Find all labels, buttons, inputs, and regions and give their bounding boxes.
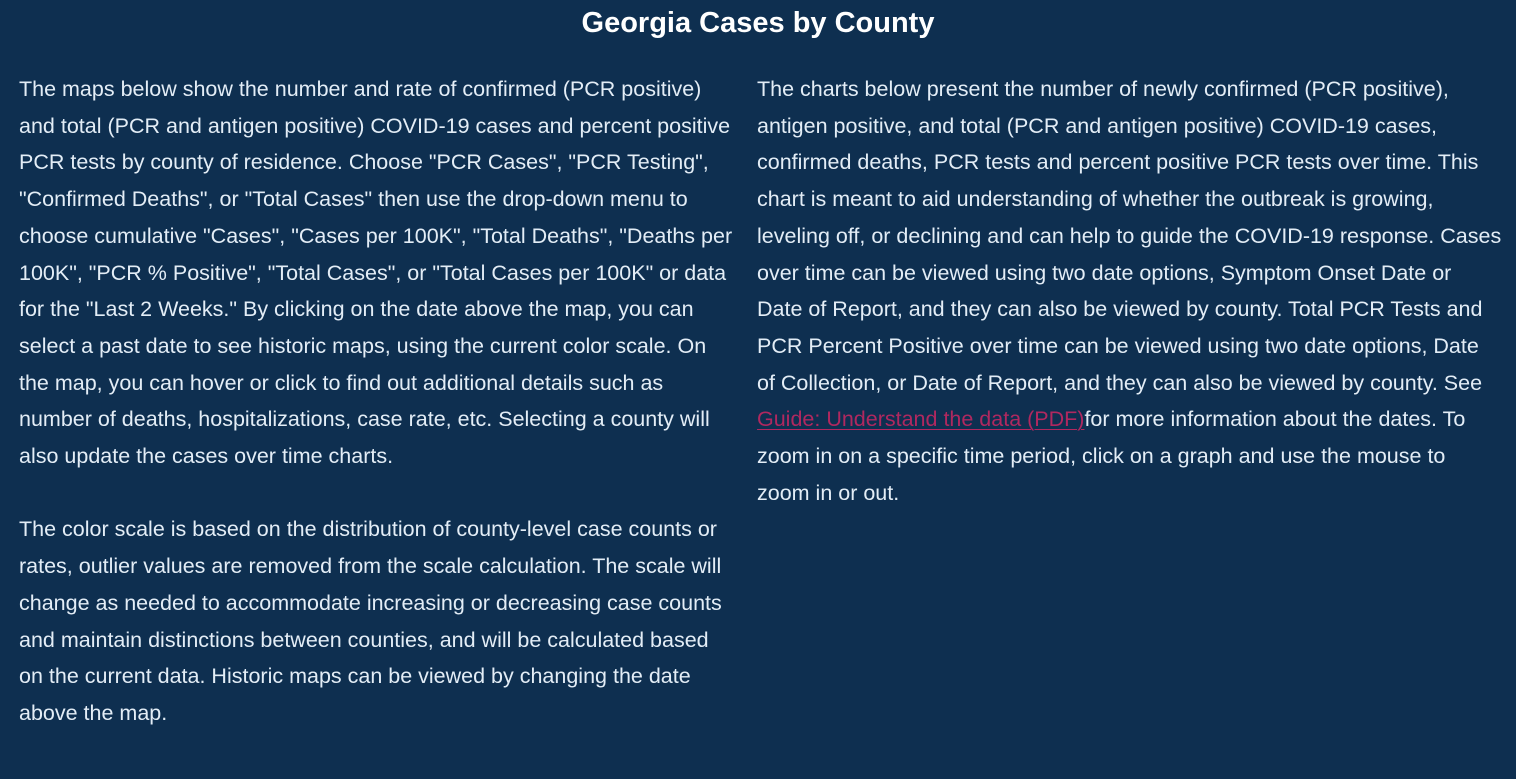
page-title: Georgia Cases by County: [581, 7, 935, 39]
guide-pdf-link[interactable]: Guide: Understand the data (PDF): [757, 407, 1084, 431]
right-column: The charts below present the number of n…: [757, 71, 1502, 511]
color-scale-paragraph: The color scale is based on the distribu…: [19, 517, 722, 725]
page: Georgia Cases by County The maps below s…: [0, 0, 1516, 779]
charts-description-paragraph: The charts below present the number of n…: [757, 71, 1502, 511]
charts-description-text: The charts below present the number of n…: [757, 77, 1502, 395]
left-column: The maps below show the number and rate …: [19, 71, 735, 732]
maps-description-paragraph: The maps below show the number and rate …: [19, 77, 733, 469]
